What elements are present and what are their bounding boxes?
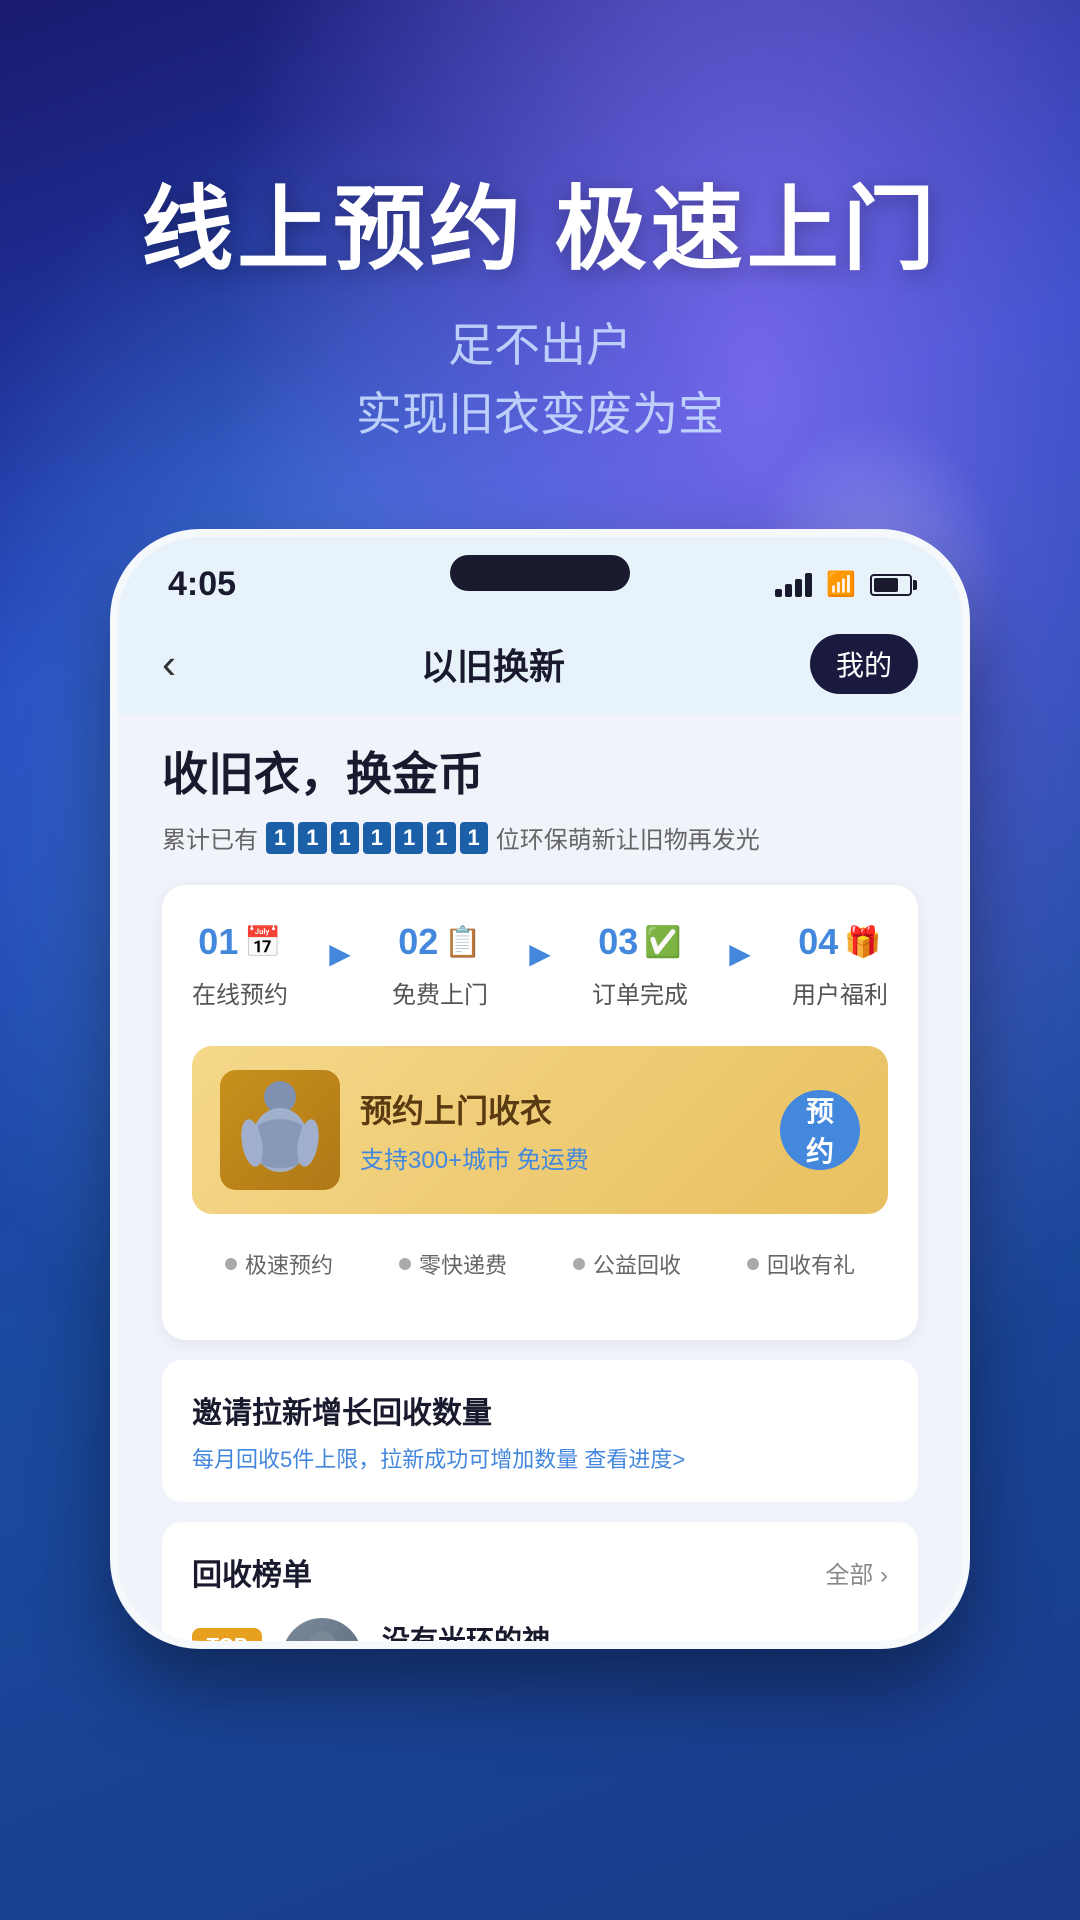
step-4-label: 用户福利 [792,975,888,1010]
count-badges: 1 1 1 1 1 1 1 [266,822,488,854]
check-icon: ✅ [644,925,681,960]
status-bar: 4:05 📶 [118,537,962,614]
features-row: 极速预约 零快递费 公益回收 [192,1238,888,1304]
leaderboard-all-link[interactable]: 全部 › [825,1555,888,1590]
page-content: 线上预约 极速上门 足不出户 实现旧衣变废为宝 4:05 [0,0,1080,1920]
feature-1: 极速预约 [225,1248,333,1280]
rank-badge-1: TOP 1 [192,1628,262,1641]
step-1-label: 在线预约 [192,975,288,1010]
leaderboard-title: 回收榜单 [192,1550,312,1594]
step-2: 02 📋 免费上门 [392,921,488,1010]
rank-reward-1: 获取奖励： 840 [693,1638,888,1641]
wifi-icon: 📶 [826,570,856,599]
sub-title: 足不出户 实现旧衣变废为宝 [141,311,939,449]
banner-content: 预约上门收衣 支持300+城市 免运费 [360,1086,760,1175]
gift-icon: 🎁 [844,925,881,960]
status-icons: 📶 [775,570,912,599]
rank-item-1: TOP 1 没有光环的神 捐赠件数：56件 [192,1618,888,1641]
main-title: 线上预约 极速上门 [141,180,939,281]
count-suffix: 位环保萌新让旧物再发光 [496,820,760,855]
invite-desc: 每月回收5件上限，拉新成功可增加数量 查看进度> [192,1442,888,1474]
clipboard-icon: 📋 [444,925,481,960]
my-button[interactable]: 我的 [810,634,918,694]
calendar-icon: 📅 [244,925,281,960]
nav-bar: ‹ 以旧换新 我的 [118,614,962,714]
battery-icon [870,574,912,596]
rank-avatar-1 [282,1618,362,1641]
phone-screen: 4:05 📶 [118,537,962,1641]
arrow-2: ▶ [529,937,551,970]
signal-icon [775,573,812,597]
invite-title: 邀请拉新增长回收数量 [192,1388,888,1432]
digit-7: 1 [460,822,488,854]
phone-frame: 4:05 📶 [110,529,970,1649]
back-button[interactable]: ‹ [162,640,176,688]
arrow-3: ▶ [729,937,751,970]
step-4: 04 🎁 用户福利 [792,921,888,1010]
banner-subtitle: 支持300+城市 免运费 [360,1140,760,1175]
person-svg [240,1075,320,1185]
invite-section: 邀请拉新增长回收数量 每月回收5件上限，拉新成功可增加数量 查看进度> [162,1360,918,1502]
arrow-1: ▶ [329,937,351,970]
digit-6: 1 [427,822,455,854]
feature-dot-4 [747,1258,759,1270]
feature-dot-1 [225,1258,237,1270]
step-3-label: 订单完成 [592,975,688,1010]
feature-dot-3 [573,1258,585,1270]
digit-5: 1 [395,822,423,854]
user-count-row: 累计已有 1 1 1 1 1 1 1 位环保萌新让旧物再发光 [162,820,918,855]
count-prefix: 累计已有 [162,820,258,855]
leaderboard-section: 回收榜单 全部 › TOP 1 [162,1522,918,1641]
battery-fill [874,578,898,592]
page-heading: 收旧衣，换金币 [162,738,918,804]
banner-title: 预约上门收衣 [360,1086,760,1132]
appointment-banner: 预约上门收衣 支持300+城市 免运费 预约 [192,1046,888,1214]
status-time: 4:05 [168,565,236,604]
step-3: 03 ✅ 订单完成 [592,921,688,1010]
feature-4: 回收有礼 [747,1248,855,1280]
banner-illustration [220,1070,340,1190]
digit-2: 1 [298,822,326,854]
invite-link[interactable]: 查看进度> [584,1447,685,1472]
feature-2: 零快递费 [399,1248,507,1280]
dynamic-island [450,555,630,591]
step-2-label: 免费上门 [392,975,488,1010]
nav-title: 以旧换新 [421,638,565,690]
steps-card: 01 📅 在线预约 ▶ 02 📋 [162,885,918,1340]
rank-info-1: 没有光环的神 捐赠件数：56件 [382,1619,673,1641]
rank-name-1: 没有光环的神 [382,1619,673,1641]
step-1: 01 📅 在线预约 [192,921,288,1010]
digit-4: 1 [363,822,391,854]
feature-3: 公益回收 [573,1248,681,1280]
appointment-button[interactable]: 预约 [780,1090,860,1170]
phone-container: 4:05 📶 [110,529,970,1649]
leaderboard-header: 回收榜单 全部 › [192,1550,888,1594]
digit-1: 1 [266,822,294,854]
hero-section: 线上预约 极速上门 足不出户 实现旧衣变废为宝 [81,180,999,449]
digit-3: 1 [331,822,359,854]
steps-row: 01 📅 在线预约 ▶ 02 📋 [192,921,888,1010]
feature-dot-2 [399,1258,411,1270]
